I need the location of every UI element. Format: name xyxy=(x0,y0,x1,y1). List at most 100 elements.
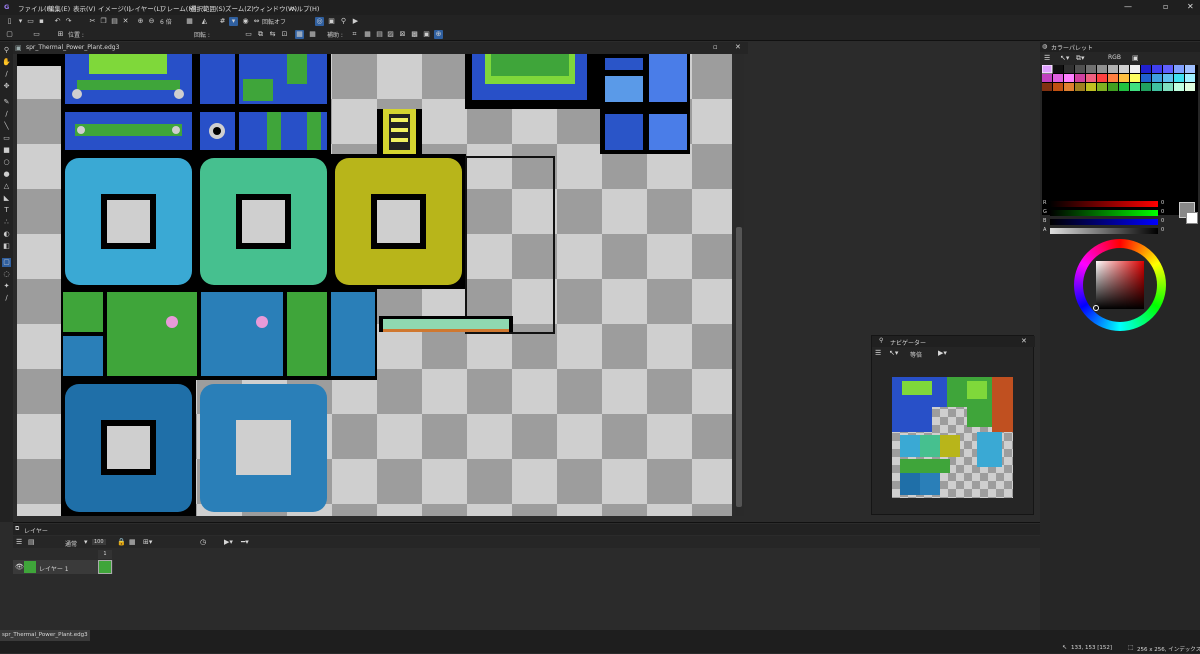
zoom-out-icon[interactable]: ⊖ xyxy=(147,17,156,26)
maximize-icon[interactable]: ▫ xyxy=(1163,2,1168,11)
filled-ellipse-icon[interactable]: ● xyxy=(2,170,11,179)
menu-layer[interactable]: レイヤー(L) xyxy=(128,3,163,13)
navigator-zoom-select[interactable]: 等倍 xyxy=(910,350,922,359)
close-icon[interactable]: ✕ xyxy=(1187,2,1194,11)
navigator-close-icon[interactable]: ✕ xyxy=(1021,337,1027,345)
menu-view[interactable]: 表示(V) xyxy=(73,3,96,13)
navigator-pointer-icon[interactable]: ↖▾ xyxy=(889,349,898,357)
secondary-color-swatch[interactable] xyxy=(1186,212,1198,224)
view-mode-icon[interactable]: ◎ xyxy=(315,17,324,26)
pencil-icon[interactable]: ✎ xyxy=(2,98,11,107)
paste-icon[interactable]: ▤ xyxy=(110,17,119,26)
zoom-tool-icon[interactable]: ⊕ xyxy=(434,30,443,39)
rectangle-tool-icon[interactable]: ▭ xyxy=(2,134,11,143)
navigator-play-icon[interactable]: ▶▾ xyxy=(938,349,947,357)
pixel-canvas[interactable] xyxy=(17,54,732,516)
frame-cell[interactable] xyxy=(98,560,112,574)
snap-icon[interactable]: ▨ xyxy=(386,30,395,39)
swatch-row[interactable] xyxy=(1042,83,1195,91)
spray-icon[interactable]: ∴ xyxy=(2,218,11,227)
line-tool-icon[interactable]: ╲ xyxy=(2,122,11,131)
opacity-input[interactable]: 100 xyxy=(92,539,106,545)
palette-menu-icon[interactable]: ☰ xyxy=(1044,54,1050,62)
layer-props-icon[interactable]: ⊞▾ xyxy=(143,538,152,546)
brush-icon[interactable]: ∕ xyxy=(2,110,11,119)
color-mode-select[interactable]: RGB xyxy=(1108,54,1121,61)
color-wheel[interactable] xyxy=(1074,239,1166,331)
new-dropdown-icon[interactable]: ▾ xyxy=(16,17,25,26)
minimize-icon[interactable]: — xyxy=(1124,2,1132,11)
select-mode-icon[interactable]: ▦ xyxy=(308,30,317,39)
copy-icon[interactable]: ❐ xyxy=(99,17,108,26)
transform-icon[interactable]: ⇆ xyxy=(268,30,277,39)
palette-swatches[interactable] xyxy=(1041,64,1198,215)
layers-menu-icon[interactable]: ☰ xyxy=(16,538,22,546)
undo-icon[interactable]: ↶ xyxy=(53,17,62,26)
zoom-tool-icon[interactable]: ⚲ xyxy=(2,46,11,55)
pin-icon[interactable]: ⚲ xyxy=(339,17,348,26)
snap-icon[interactable]: ▤ xyxy=(375,30,384,39)
delete-icon[interactable]: ✕ xyxy=(121,17,130,26)
onion-skin-icon[interactable]: ◷ xyxy=(200,538,206,546)
document-close-icon[interactable]: ✕ xyxy=(735,43,741,51)
polygon-icon[interactable]: △ xyxy=(2,182,11,191)
fill-icon[interactable]: ◭ xyxy=(200,17,209,26)
frame-options-icon[interactable]: ━▾ xyxy=(241,538,249,546)
channel-g-slider[interactable] xyxy=(1050,210,1158,216)
hand-tool-icon[interactable]: ✋ xyxy=(2,58,11,67)
play-animation-icon[interactable]: ▶▾ xyxy=(224,538,233,546)
navigator-menu-icon[interactable]: ☰ xyxy=(875,349,881,357)
filled-rect-icon[interactable]: ■ xyxy=(2,146,11,155)
select-mode-icon[interactable]: ▦ xyxy=(295,30,304,39)
cut-icon[interactable]: ✂ xyxy=(88,17,97,26)
blend-mode-select[interactable]: 通常 xyxy=(65,539,77,548)
new-file-icon[interactable]: ▯ xyxy=(5,17,14,26)
snap-grid-icon[interactable]: ▦ xyxy=(363,30,372,39)
grid-pattern-icon[interactable]: ▦ xyxy=(185,17,194,26)
menu-image[interactable]: イメージ(I) xyxy=(98,3,131,13)
menu-zoom[interactable]: ズーム(Z) xyxy=(225,3,254,13)
anchor-icon[interactable]: ⊞ xyxy=(56,30,65,39)
selection-rect-icon[interactable]: ▢ xyxy=(5,30,14,39)
channel-a-value[interactable]: 0 xyxy=(1161,227,1164,233)
snap-icon[interactable]: ▣ xyxy=(422,30,431,39)
zoom-in-icon[interactable]: ⊕ xyxy=(136,17,145,26)
visibility-eye-icon[interactable]: 👁 xyxy=(15,563,24,571)
gradient-icon[interactable]: ◐ xyxy=(2,230,11,239)
blend-dropdown-icon[interactable]: ▾ xyxy=(84,538,88,546)
snap-icon[interactable]: ⌗ xyxy=(350,30,359,39)
color-select-icon[interactable]: ∕ xyxy=(2,294,11,303)
crop-icon[interactable]: ⊡ xyxy=(280,30,289,39)
swatch-row[interactable] xyxy=(1042,74,1195,82)
flip-icon[interactable]: ⇔ xyxy=(252,17,261,26)
rotate-toggle[interactable]: 回転オフ xyxy=(262,17,286,26)
navigator-thumbnail[interactable] xyxy=(892,377,1013,498)
channel-r-value[interactable]: 0 xyxy=(1161,200,1164,206)
copy-icon[interactable]: ⧉▾ xyxy=(1076,54,1085,63)
menu-help[interactable]: ヘルプ(H) xyxy=(290,3,319,13)
play-icon[interactable]: ▶ xyxy=(351,17,360,26)
menu-selection[interactable]: 選択範囲(S) xyxy=(190,3,225,13)
channel-b-slider[interactable] xyxy=(1050,219,1158,225)
move-tool-icon[interactable]: ✥ xyxy=(2,82,11,91)
grid-toggle-icon[interactable]: ▾ xyxy=(229,17,238,26)
new-layer-icon[interactable]: ▤ xyxy=(28,538,35,546)
palette-view-icon[interactable]: ▣ xyxy=(1132,54,1139,62)
center-icon[interactable]: ◉ xyxy=(241,17,250,26)
rect-select-icon[interactable]: ▢ xyxy=(2,258,11,267)
grid-icon[interactable]: # xyxy=(218,17,227,26)
lock-alpha-icon[interactable]: ▦ xyxy=(129,538,136,546)
color-picker-cursor[interactable] xyxy=(1093,305,1099,311)
channel-b-value[interactable]: 0 xyxy=(1161,218,1164,224)
zoom-select[interactable]: 6 倍 xyxy=(160,17,172,26)
document-tab[interactable]: ▣ spr_Thermal_Power_Plant.edg3 ▫ ✕ xyxy=(13,42,748,54)
saturation-value-square[interactable] xyxy=(1096,261,1144,309)
select-all-icon[interactable]: ▭ xyxy=(32,30,41,39)
text-tool-icon[interactable]: T xyxy=(2,206,11,215)
open-folder-icon[interactable]: ▭ xyxy=(26,17,35,26)
document-bottom-tab[interactable]: spr_Thermal_Power_Plant.edg3 xyxy=(0,630,90,641)
window-restore-icon[interactable]: ▫ xyxy=(713,43,718,51)
lasso-icon[interactable]: ◌ xyxy=(2,270,11,279)
preview-icon[interactable]: ▣ xyxy=(327,17,336,26)
magic-wand-icon[interactable]: ✦ xyxy=(2,282,11,291)
